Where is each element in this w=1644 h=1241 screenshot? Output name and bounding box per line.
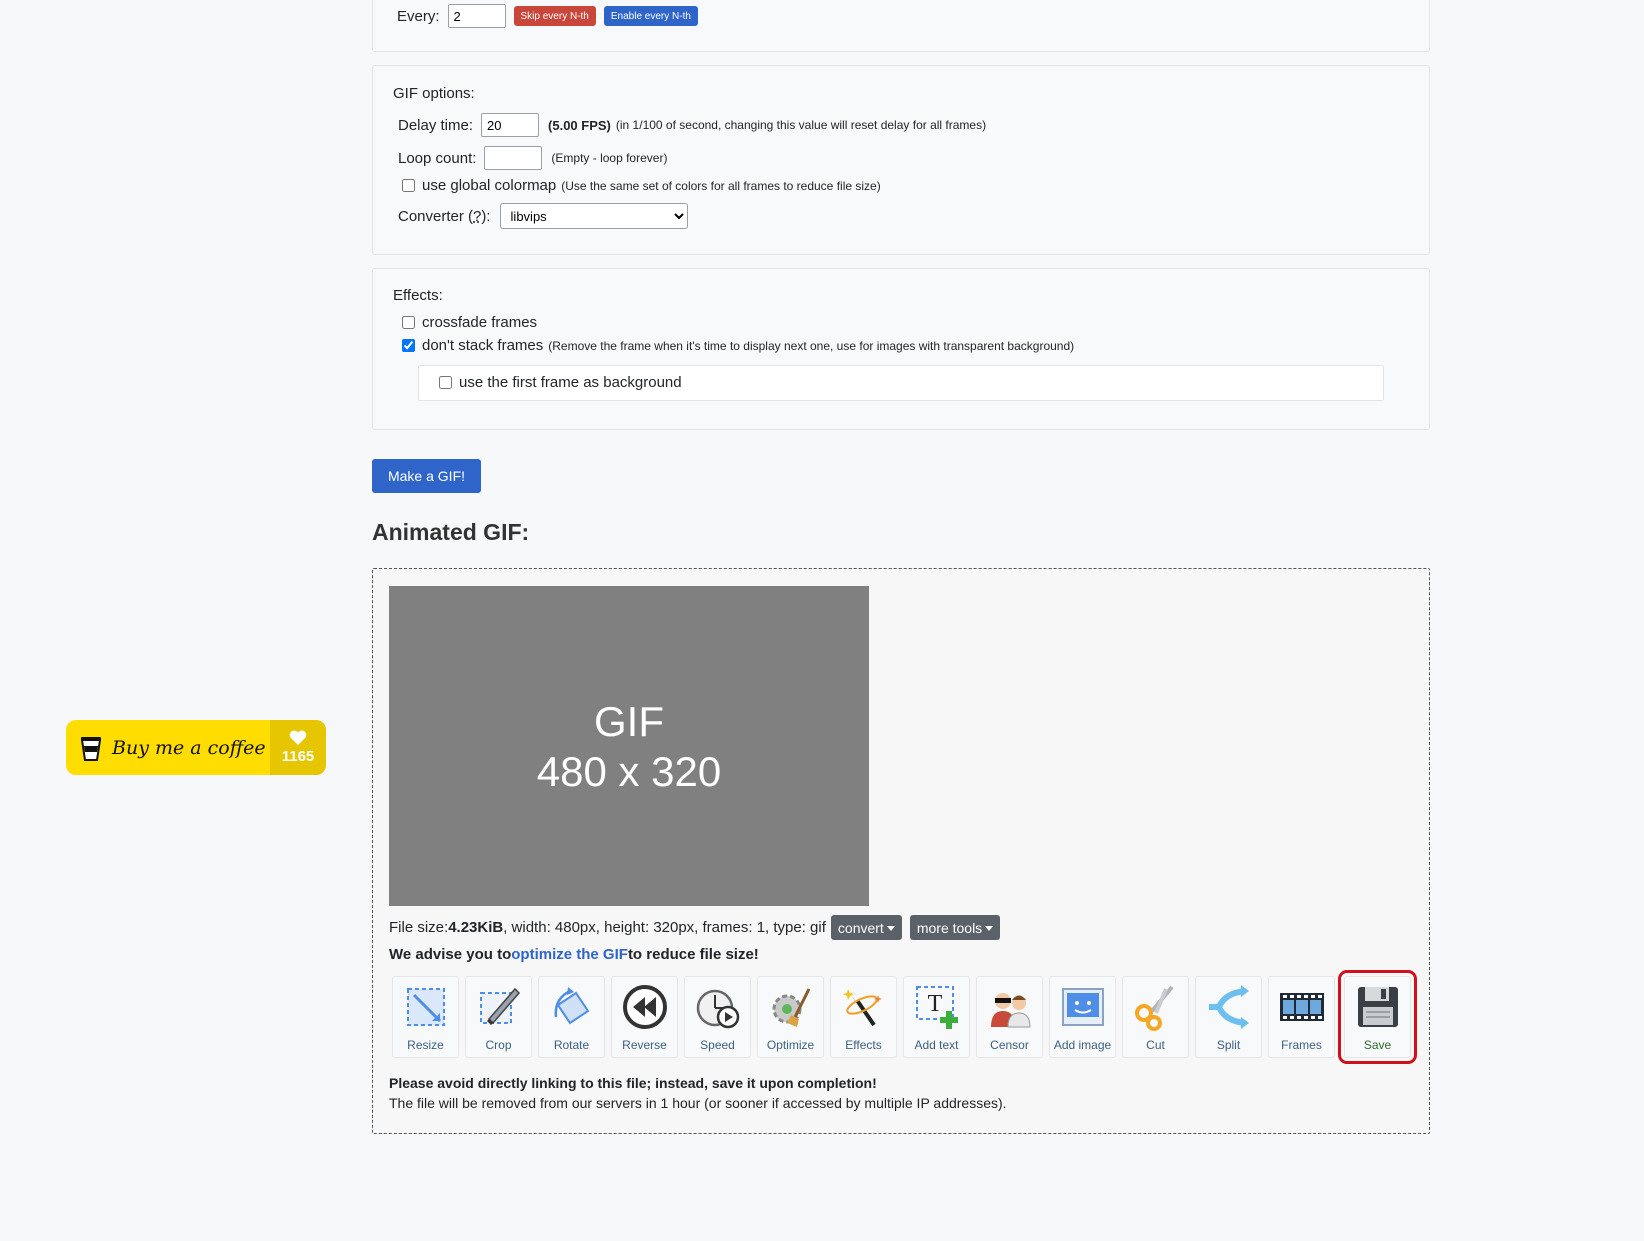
converter-label: Converter (?): [398, 207, 491, 225]
tool-effects[interactable]: Effects [830, 976, 897, 1058]
effects-title: Effects: [393, 287, 443, 304]
frame-skip-panel: Every: Skip every N-th Enable every N-th [372, 0, 1430, 52]
tool-add-image[interactable]: Add image [1049, 976, 1116, 1058]
optimize-gif-link[interactable]: optimize the GIF [511, 946, 628, 963]
tool-cut[interactable]: Cut [1122, 976, 1189, 1058]
loop-count-label: Loop count: [398, 149, 477, 167]
optimize-advice: We advise you to optimize the GIF to red… [389, 946, 759, 963]
buy-me-a-coffee-button[interactable]: Buy me a coffee 1165 [66, 720, 326, 775]
removal-note: The file will be removed from our server… [389, 1095, 1007, 1111]
every-label: Every: [397, 7, 440, 25]
optimize-icon [772, 988, 810, 1027]
tool-resize[interactable]: Resize [392, 976, 459, 1058]
gif-placeholder-line1: GIF [594, 698, 664, 745]
delay-time-input[interactable] [481, 113, 540, 137]
result-box: GIF 480 x 320 File size: 4.23KiB , width… [372, 568, 1430, 1134]
reverse-icon [622, 985, 667, 1029]
converter-select[interactable]: libvips [499, 203, 688, 229]
dont-stack-frames-checkbox[interactable] [402, 339, 415, 352]
dont-stack-frames-note: (Remove the frame when it's time to disp… [548, 338, 1075, 353]
convert-dropdown-button[interactable]: convert [830, 915, 902, 940]
rotate-icon [554, 987, 589, 1025]
loop-note: (Empty - loop forever) [551, 151, 668, 165]
add-image-icon [1061, 988, 1104, 1026]
scissors-icon [1134, 985, 1174, 1031]
animated-gif-heading: Animated GIF: [372, 519, 530, 545]
crossfade-frames-checkbox[interactable] [402, 316, 415, 329]
every-n-input[interactable] [447, 4, 506, 28]
linking-warning: Please avoid directly linking to this fi… [389, 1075, 877, 1091]
global-colormap-label: use global colormap [422, 177, 557, 194]
effects-panel: Effects: crossfade frames don't stack fr… [372, 268, 1430, 430]
gif-preview: GIF 480 x 320 [389, 586, 869, 906]
first-frame-background-checkbox[interactable] [439, 376, 452, 389]
tool-censor[interactable]: Censor [976, 976, 1043, 1058]
tool-frames[interactable]: Frames [1268, 976, 1335, 1058]
global-colormap-checkbox[interactable] [402, 179, 415, 192]
fps-readout: (5.00 FPS) [548, 117, 611, 133]
caret-down-icon [985, 926, 994, 932]
tool-crop[interactable]: Crop [465, 976, 532, 1058]
tool-optimize[interactable]: Optimize [757, 976, 824, 1058]
crop-icon [479, 987, 520, 1025]
loop-count-input[interactable] [484, 146, 543, 170]
svg-text:T: T [927, 991, 942, 1017]
tool-speed[interactable]: Speed [684, 976, 751, 1058]
caret-down-icon [886, 926, 895, 932]
tool-save[interactable]: Save [1338, 970, 1417, 1064]
censor-icon [990, 993, 1031, 1028]
coffee-label: Buy me a coffee [112, 736, 266, 759]
resize-icon [406, 988, 445, 1026]
delay-time-label: Delay time: [398, 116, 474, 134]
skip-every-nth-button[interactable]: Skip every N-th [513, 6, 596, 26]
first-frame-background-label: use the first frame as background [459, 374, 682, 391]
coffee-count: 1165 [281, 748, 315, 765]
tool-reverse[interactable]: Reverse [611, 976, 678, 1058]
heart-icon [289, 730, 307, 745]
enable-every-nth-button[interactable]: Enable every N-th [603, 6, 698, 26]
floppy-disk-icon [1357, 987, 1398, 1027]
tool-rotate[interactable]: Rotate [538, 976, 605, 1058]
crossfade-frames-label: crossfade frames [422, 314, 538, 331]
gif-options-title: GIF options: [393, 85, 475, 102]
file-info-text: , width: 480px, height: 320px, frames: 1… [503, 919, 826, 936]
split-icon [1208, 985, 1249, 1029]
delay-note: (in 1/100 of second, changing this value… [615, 118, 987, 132]
more-tools-dropdown-button[interactable]: more tools [909, 915, 1001, 940]
coffee-cup-icon [80, 736, 102, 761]
global-colormap-note: (Use the same set of colors for all fram… [561, 178, 881, 193]
tool-add-text[interactable]: T Add text [903, 976, 970, 1058]
first-frame-subpanel: use the first frame as background [418, 365, 1384, 401]
gif-options-panel: GIF options: Delay time: (5.00 FPS) (in … [372, 65, 1430, 255]
film-strip-icon [1279, 993, 1324, 1021]
dont-stack-frames-label: don't stack frames [422, 337, 544, 354]
file-info-row: File size: 4.23KiB , width: 480px, heigh… [389, 915, 1001, 940]
add-text-icon: T [915, 986, 958, 1029]
tools-toolbar: Resize Crop Rotate Reverse Speed Optimiz… [392, 970, 1417, 1064]
make-gif-button[interactable]: Make a GIF! [372, 459, 481, 493]
gif-placeholder-line2: 480 x 320 [536, 748, 722, 795]
tool-split[interactable]: Split [1195, 976, 1262, 1058]
effects-icon [842, 989, 882, 1027]
speed-icon [696, 989, 739, 1029]
file-size-value: 4.23KiB [448, 919, 504, 936]
